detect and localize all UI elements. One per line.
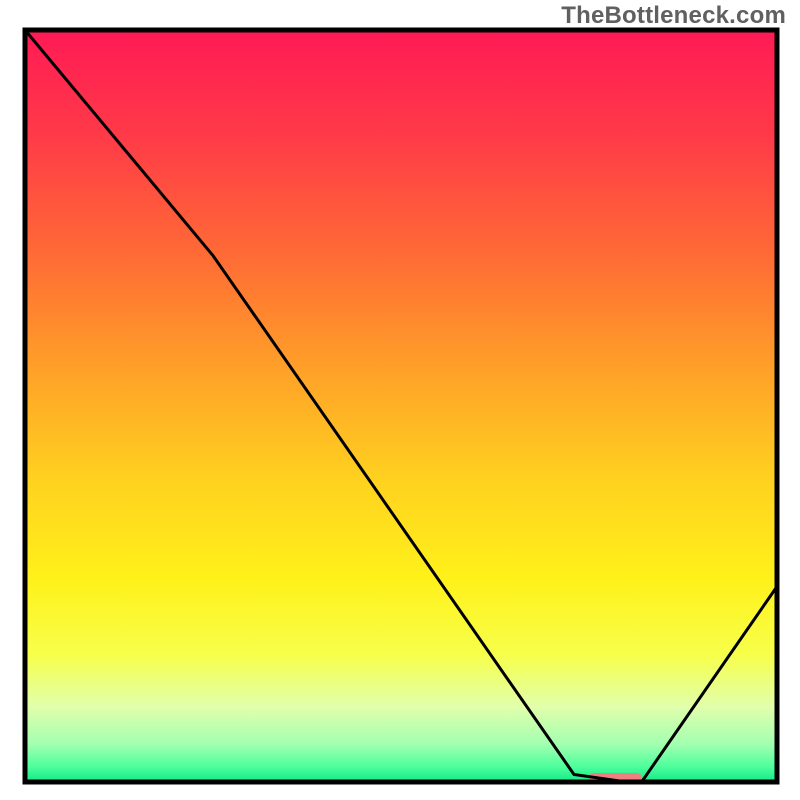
chart-canvas: TheBottleneck.com xyxy=(0,0,800,800)
bottleneck-plot xyxy=(0,0,800,800)
gradient-fill xyxy=(25,30,777,782)
watermark-text: TheBottleneck.com xyxy=(561,2,786,30)
